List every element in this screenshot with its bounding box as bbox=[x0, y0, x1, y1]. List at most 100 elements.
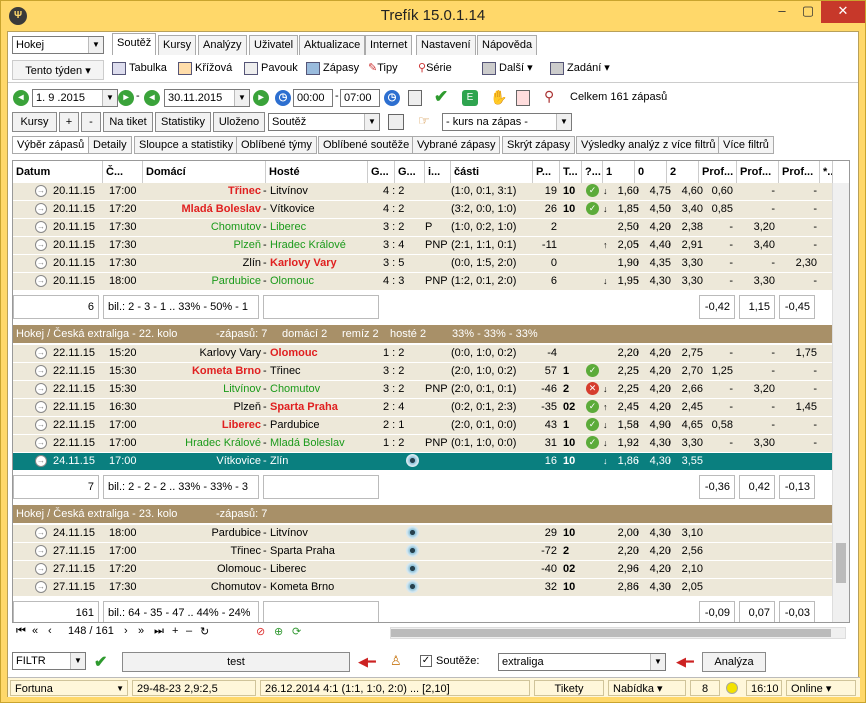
tipy-button[interactable]: ✎Tipy bbox=[368, 58, 398, 78]
online-dropdown[interactable]: Online ▾ bbox=[786, 680, 856, 696]
tab-analyzy[interactable]: Analýzy bbox=[198, 35, 247, 55]
period-dropdown[interactable]: Tento týden ▾ bbox=[12, 60, 104, 80]
soutez-filter-select[interactable]: extraliga ▼ bbox=[498, 653, 666, 671]
clock-icon[interactable]: ◷ bbox=[275, 90, 291, 106]
col-datum[interactable]: Datum bbox=[13, 161, 103, 183]
prev-date-to-icon[interactable]: ◂ bbox=[144, 90, 160, 106]
document-icon[interactable] bbox=[408, 90, 422, 106]
prev-record-icon[interactable]: ‹ bbox=[48, 625, 52, 637]
col-casti[interactable]: části bbox=[451, 161, 533, 183]
next-page-icon[interactable]: » bbox=[138, 625, 144, 637]
tv-broadcast-icon[interactable] bbox=[406, 454, 419, 467]
plus-button[interactable]: + bbox=[59, 112, 79, 132]
col-prof3[interactable]: Prof... bbox=[779, 161, 820, 183]
serie-button[interactable]: ⚲Série bbox=[418, 58, 452, 78]
horizontal-scrollbar[interactable] bbox=[390, 627, 846, 639]
date-from-field[interactable]: 1. 9 .2015 ▼ bbox=[32, 89, 118, 107]
next-date-icon[interactable]: ▸ bbox=[118, 90, 134, 106]
tv-broadcast-icon[interactable] bbox=[406, 580, 419, 593]
maximize-button[interactable]: ▢ bbox=[795, 1, 821, 23]
table-row[interactable]: → 20.11.15 17:00 Třinec - Litvínov 4 : 2 (1:0, … bbox=[13, 183, 833, 201]
statistiky-button[interactable]: Statistiky bbox=[155, 112, 211, 132]
warning-person-icon[interactable]: ♙ bbox=[390, 653, 402, 669]
analyza-button[interactable]: Analýza bbox=[702, 652, 766, 672]
table-row[interactable]: → 24.11.15 18:00 Pardubice - Litvínov 29 10 2,00… bbox=[13, 525, 833, 543]
go-arrow-icon[interactable]: → bbox=[35, 419, 47, 431]
kurs-select[interactable]: - kurs na zápas - ▼ bbox=[442, 113, 572, 131]
go-arrow-icon[interactable]: → bbox=[35, 185, 47, 197]
test-button[interactable]: test bbox=[122, 652, 350, 672]
go-arrow-icon[interactable]: → bbox=[35, 221, 47, 233]
date-to-field[interactable]: 30.11.2015 ▼ bbox=[164, 89, 250, 107]
krizova-button[interactable]: Křížová bbox=[178, 58, 232, 78]
col-domaci[interactable]: Domácí bbox=[143, 161, 266, 183]
col-prof1[interactable]: Prof... bbox=[699, 161, 737, 183]
tab-soutez[interactable]: Soutěž bbox=[112, 33, 157, 55]
tab-detaily[interactable]: Detaily bbox=[88, 136, 132, 154]
go-arrow-icon[interactable]: → bbox=[35, 257, 47, 269]
tab-internet[interactable]: Internet bbox=[365, 35, 413, 55]
tikety-button[interactable]: Tikety bbox=[534, 680, 604, 696]
scroll-thumb[interactable] bbox=[836, 543, 846, 583]
hand-icon[interactable]: ✋ bbox=[490, 89, 507, 106]
soutez-checkbox[interactable]: ✓ bbox=[420, 655, 432, 667]
dalsi-button[interactable]: Další ▾ bbox=[482, 58, 533, 78]
pavouk-button[interactable]: Pavouk bbox=[244, 58, 298, 78]
next-record-icon[interactable]: › bbox=[124, 625, 128, 637]
sport-select[interactable]: Hokej ▼ bbox=[12, 36, 104, 54]
table-row[interactable]: → 22.11.15 17:00 Hradec Králové - Mladá Boles… bbox=[13, 435, 833, 453]
confirm-check-icon[interactable]: ✔ bbox=[434, 87, 448, 107]
delete-icon[interactable]: – bbox=[186, 625, 192, 637]
table-row[interactable]: → 22.11.15 15:20 Karlovy Vary - Olomouc 1 : 2(… bbox=[13, 345, 833, 363]
col-k2[interactable]: 2 bbox=[667, 161, 699, 183]
go-arrow-icon[interactable]: → bbox=[35, 563, 47, 575]
table-row[interactable]: → 22.11.15 16:30 Plzeň - Sparta Praha 2 : 4 (0:… bbox=[13, 399, 833, 417]
go-arrow-icon[interactable]: → bbox=[35, 401, 47, 413]
refresh-icon[interactable]: ↻ bbox=[200, 625, 209, 638]
col-info[interactable]: i... bbox=[425, 161, 451, 183]
na-tiket-button[interactable]: Na tiket bbox=[103, 112, 153, 132]
tabulka-button[interactable]: Tabulka bbox=[112, 58, 167, 78]
tv-broadcast-icon[interactable] bbox=[406, 526, 419, 539]
table-row[interactable]: → 20.11.15 17:30 Chomutov - Liberec 3 : 2 P (1:0… bbox=[13, 219, 833, 237]
go-arrow-icon[interactable]: → bbox=[35, 527, 47, 539]
insert-icon[interactable]: + bbox=[172, 625, 178, 637]
tv-broadcast-icon[interactable] bbox=[406, 562, 419, 575]
col-t[interactable]: T... bbox=[560, 161, 582, 183]
nabidka-dropdown[interactable]: Nabídka ▾ bbox=[608, 680, 686, 696]
selected-match-row[interactable]: → 24.11.15 17:00 Vítkovice - Zlín 16 10 ↓ 1,86 ↑ 4,… bbox=[13, 453, 833, 471]
time-from-field[interactable]: 00:00 bbox=[293, 89, 333, 107]
tab-skryt-zapasy[interactable]: Skrýt zápasy bbox=[502, 136, 575, 154]
zapasy-button[interactable]: Zápasy bbox=[306, 58, 359, 78]
ulozeno-button[interactable]: Uloženo bbox=[213, 112, 265, 132]
go-arrow-icon[interactable]: → bbox=[35, 545, 47, 557]
kursy-button[interactable]: Kursy bbox=[12, 112, 57, 132]
bookmaker-select[interactable]: Fortuna ▼ bbox=[10, 680, 128, 696]
tab-kursy[interactable]: Kursy bbox=[158, 35, 197, 55]
table-row[interactable]: → 22.11.15 15:30 Litvínov - Chomutov 3 : 2 PNP(… bbox=[13, 381, 833, 399]
add-icon[interactable]: ⊕ bbox=[274, 625, 283, 638]
magnifier-icon[interactable]: ⚲ bbox=[544, 88, 554, 105]
tab-aktualizace[interactable]: Aktualizace bbox=[299, 35, 366, 55]
go-arrow-icon[interactable]: → bbox=[35, 455, 47, 467]
reload-icon[interactable]: ⟳ bbox=[292, 625, 301, 638]
save-icon[interactable] bbox=[388, 114, 404, 130]
zadani-button[interactable]: Zadání ▾ bbox=[550, 58, 610, 78]
go-arrow-icon[interactable]: → bbox=[35, 437, 47, 449]
stop-icon[interactable]: ⊘ bbox=[256, 625, 265, 638]
col-k1[interactable]: 1 bbox=[603, 161, 635, 183]
col-p[interactable]: P... bbox=[533, 161, 560, 183]
go-arrow-icon[interactable]: → bbox=[35, 239, 47, 251]
table-row[interactable]: → 20.11.15 17:20 Mladá Boleslav - Vítkovice 4 … bbox=[13, 201, 833, 219]
tab-vice-filtru[interactable]: Více filtrů bbox=[718, 136, 774, 154]
prev-page-icon[interactable]: « bbox=[32, 625, 38, 637]
apply-filter-check-icon[interactable]: ✔ bbox=[94, 652, 107, 672]
next-date-to-icon[interactable]: ▸ bbox=[253, 90, 269, 106]
clock-icon[interactable]: ◷ bbox=[384, 90, 400, 106]
minimize-button[interactable]: – bbox=[769, 1, 795, 23]
prev-date-icon[interactable]: ◂ bbox=[13, 90, 29, 106]
go-arrow-icon[interactable]: → bbox=[35, 203, 47, 215]
col-status[interactable]: ?... bbox=[582, 161, 603, 183]
col-g1[interactable]: G... bbox=[368, 161, 395, 183]
table-row[interactable]: → 27.11.15 17:00 Třinec - Sparta Praha -72 2 2,2… bbox=[13, 543, 833, 561]
